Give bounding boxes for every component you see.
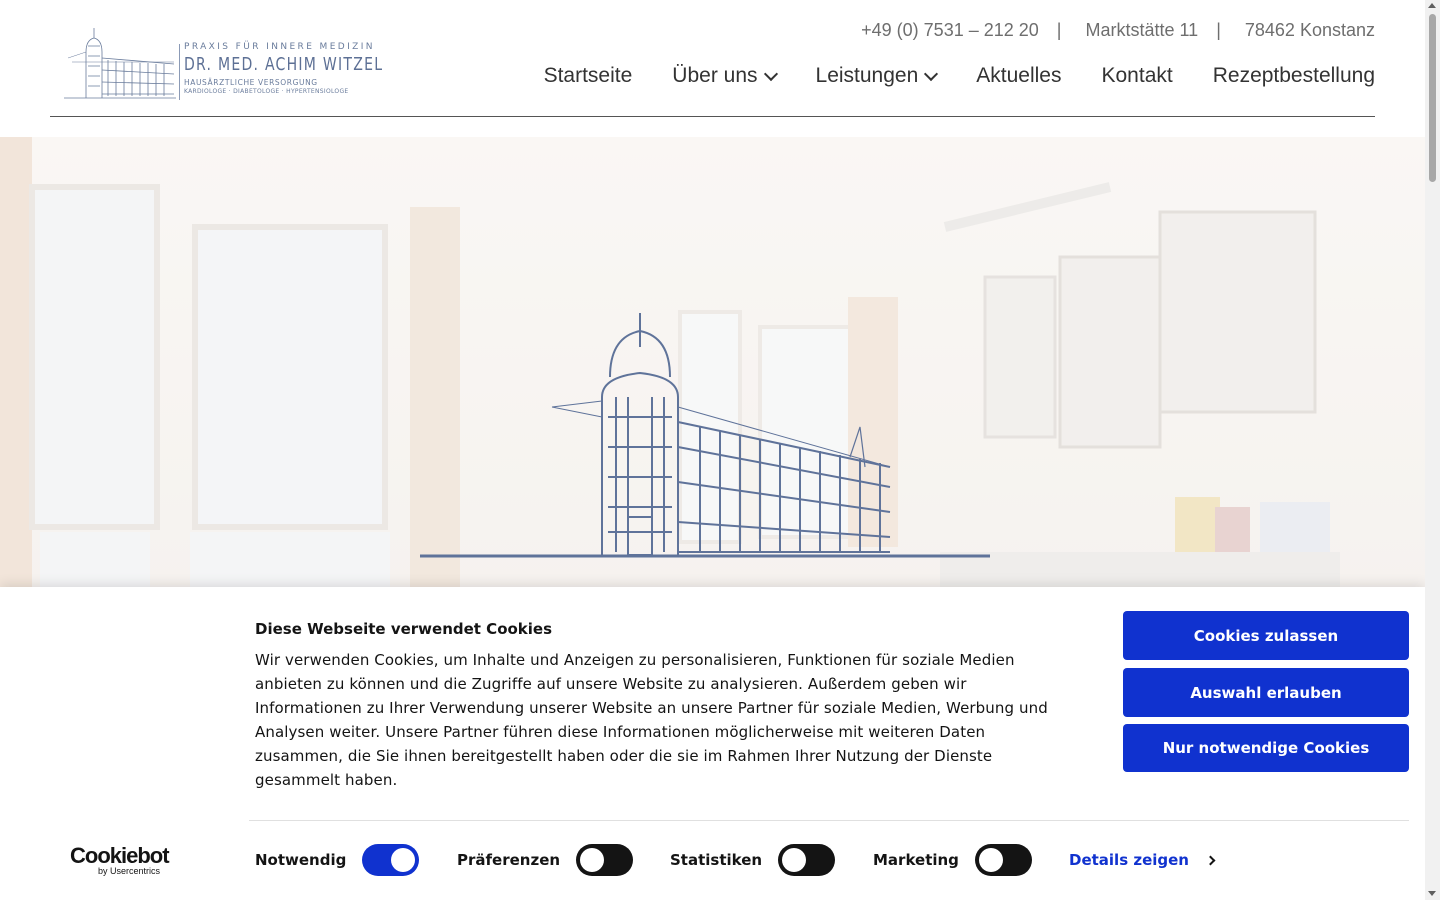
contact-bar: +49 (0) 7531 – 212 20 | Marktstätte 11 |…	[861, 20, 1375, 41]
toggle-label: Präferenzen	[457, 851, 561, 869]
nav-item-aktuelles[interactable]: Aktuelles	[976, 64, 1061, 88]
logo-text: PRAXIS FÜR INNERE MEDIZIN DR. MED. ACHIM…	[184, 42, 384, 95]
toggle-notwendig: Notwendig	[255, 844, 420, 876]
page-scrollbar[interactable]	[1425, 0, 1440, 900]
separator: |	[1216, 20, 1221, 40]
logo-divider	[179, 44, 180, 100]
cookiebot-logo: Cookiebot by Usercentrics	[70, 843, 180, 883]
toggle-switch[interactable]	[576, 844, 634, 876]
cookie-description: Wir verwenden Cookies, um Inhalte und An…	[255, 651, 1048, 789]
logo-name: DR. MED. ACHIM WITZEL	[184, 54, 384, 75]
toggle-label: Statistiken	[670, 851, 763, 869]
allow-all-cookies-button[interactable]: Cookies zulassen	[1123, 611, 1409, 660]
street-address: Marktstätte 11	[1085, 20, 1199, 40]
nav-label: Startseite	[543, 64, 633, 87]
chevron-down-icon	[924, 66, 939, 82]
separator: |	[1056, 20, 1062, 40]
logo-tagline: PRAXIS FÜR INNERE MEDIZIN	[184, 42, 375, 52]
toggle-knob	[782, 848, 807, 872]
nav-label: Rezeptbestellung	[1212, 64, 1375, 87]
toggle-knob	[978, 848, 1003, 872]
cookie-divider	[249, 820, 1409, 821]
nav-label: Über uns	[672, 64, 758, 87]
details-link[interactable]: Details zeigen	[1069, 851, 1216, 869]
city-address: 78462 Konstanz	[1244, 20, 1375, 40]
building-logo-icon	[64, 28, 176, 99]
practice-logo[interactable]: PRAXIS FÜR INNERE MEDIZIN DR. MED. ACHIM…	[64, 22, 384, 102]
details-label: Details zeigen	[1069, 851, 1189, 869]
nav-item-kontakt[interactable]: Kontakt	[1102, 64, 1173, 88]
toggle-switch[interactable]	[778, 844, 836, 876]
building-illustration-icon	[420, 313, 990, 558]
nav-label: Leistungen	[815, 64, 919, 87]
allow-selection-button[interactable]: Auswahl erlauben	[1123, 668, 1409, 717]
header-divider	[50, 116, 1375, 117]
scroll-thumb[interactable]	[1429, 14, 1436, 182]
necessary-only-button[interactable]: Nur notwendige Cookies	[1123, 724, 1409, 772]
toggle-label: Notwendig	[255, 851, 347, 869]
toggle-marketing: Marketing	[873, 844, 1032, 876]
toggle-praeferenzen: Präferenzen	[457, 844, 634, 876]
nav-item-ueber-uns[interactable]: Über uns	[672, 64, 778, 88]
toggle-switch[interactable]	[974, 844, 1032, 876]
toggle-knob	[391, 848, 416, 872]
toggle-label: Marketing	[873, 851, 959, 869]
chevron-right-icon	[1205, 855, 1216, 865]
toggle-switch[interactable]	[362, 844, 420, 876]
site-header: PRAXIS FÜR INNERE MEDIZIN DR. MED. ACHIM…	[0, 0, 1425, 137]
nav-item-leistungen[interactable]: Leistungen	[815, 64, 939, 88]
toggle-knob	[580, 848, 605, 872]
nav-item-startseite[interactable]: Startseite	[544, 64, 633, 88]
nav-label: Aktuelles	[976, 64, 1062, 87]
logo-specialties: KARDIOLOGE · DIABETOLOGE · HYPERTENSIOLO…	[184, 88, 349, 95]
toggle-statistiken: Statistiken	[670, 844, 836, 876]
phone-link[interactable]: +49 (0) 7531 – 212 20	[861, 20, 1039, 41]
main-nav: Startseite Über uns Leistungen Aktuelles…	[544, 64, 1375, 88]
cookie-title: Diese Webseite verwendet Cookies	[255, 620, 553, 638]
logo-subtitle: HAUSÄRZTLICHE VERSORGUNG	[184, 78, 318, 87]
nav-label: Kontakt	[1101, 64, 1173, 87]
nav-item-rezeptbestellung[interactable]: Rezeptbestellung	[1213, 64, 1375, 88]
scroll-down-arrow-icon[interactable]	[1428, 891, 1436, 896]
chevron-down-icon	[763, 66, 778, 82]
hero-image	[0, 137, 1425, 587]
scroll-up-arrow-icon[interactable]	[1428, 3, 1436, 8]
cookie-consent-banner: Diese Webseite verwendet Cookies Wir ver…	[0, 587, 1425, 900]
